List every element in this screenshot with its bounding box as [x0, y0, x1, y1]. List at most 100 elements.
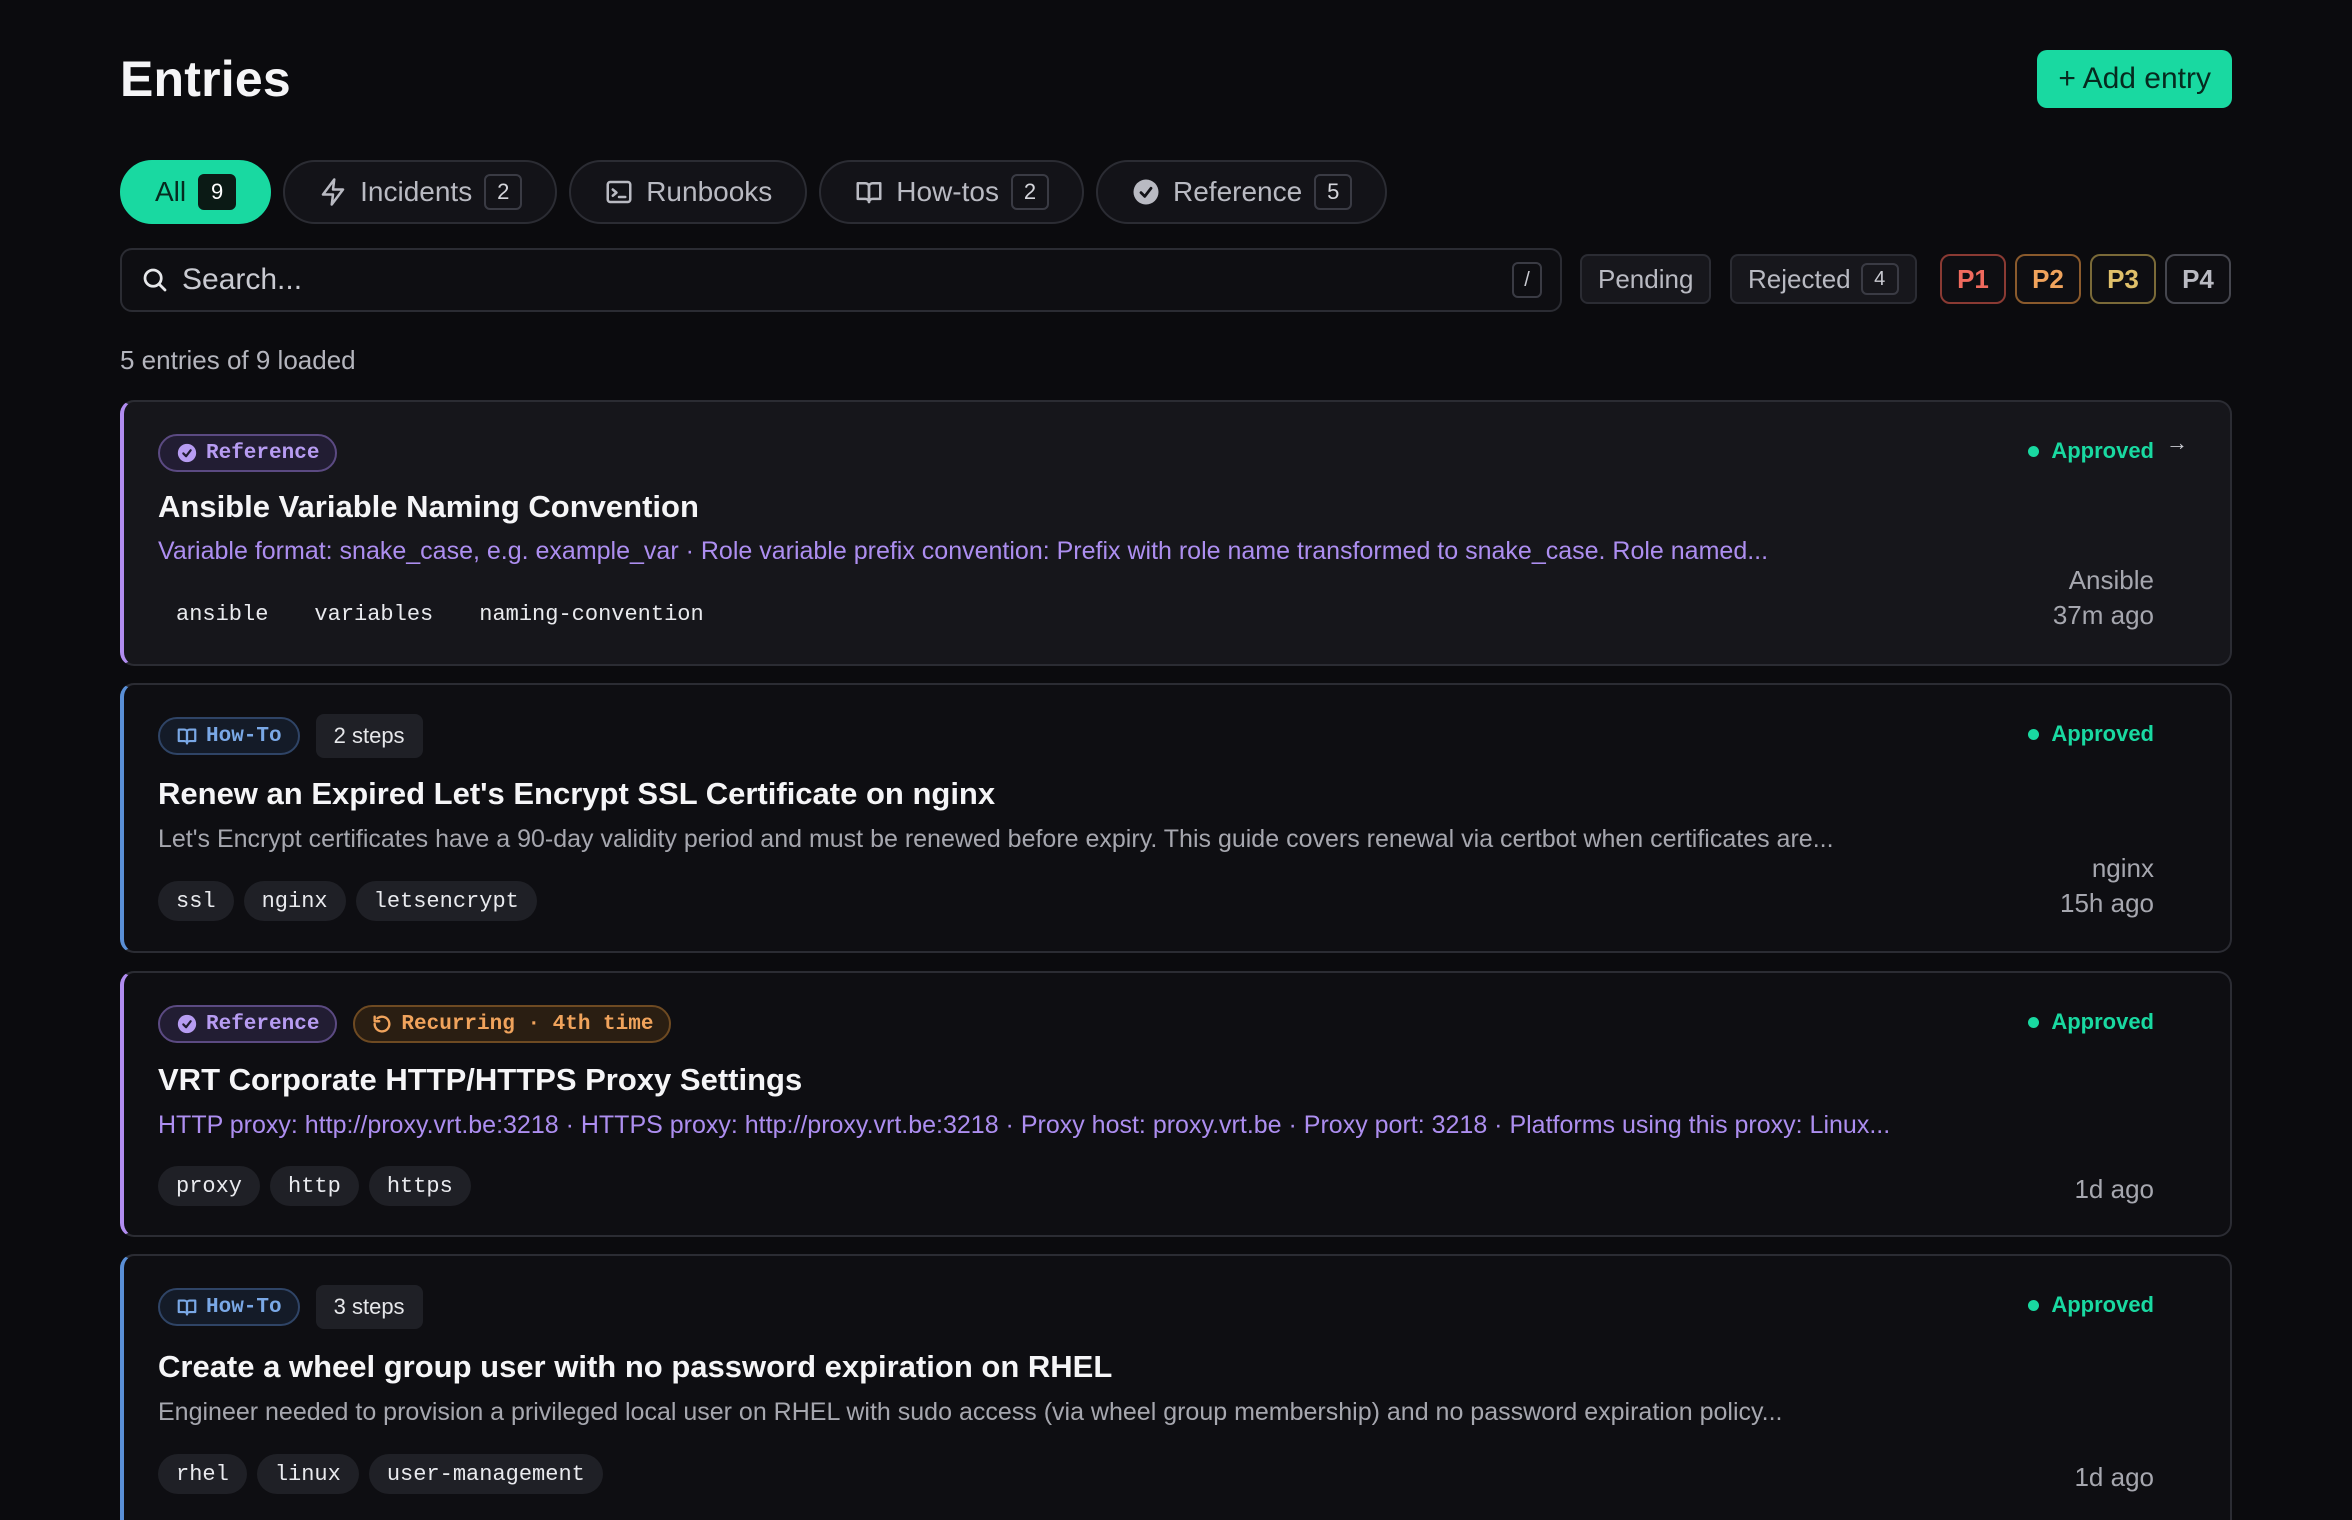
book-icon: [177, 728, 197, 745]
entry-tags: rhel linux user-management: [158, 1454, 603, 1494]
priority-p3-button[interactable]: P3: [2090, 254, 2156, 304]
page-header: Entries + Add entry: [120, 48, 2232, 112]
bolt-icon: [321, 178, 345, 206]
how-to-badge: How-To: [158, 717, 300, 755]
entry-description: HTTP proxy: http://proxy.vrt.be:3218 · H…: [158, 1111, 1891, 1139]
how-to-badge: How-To: [158, 1288, 300, 1326]
tab-count: 2: [484, 174, 523, 210]
reference-badge: Reference: [158, 1005, 338, 1043]
badge-label: Reference: [206, 441, 320, 465]
badge-label: How-To: [206, 1295, 282, 1319]
tag[interactable]: linux: [256, 1454, 359, 1494]
card-badges: How-To 2 steps: [158, 714, 423, 758]
tag[interactable]: https: [368, 1166, 471, 1206]
entry-time: 37m ago: [2052, 600, 2154, 630]
entry-card[interactable]: How-To 2 steps Approved Renew an Expired…: [120, 683, 2232, 953]
priority-p1-button[interactable]: P1: [1940, 254, 2006, 304]
entry-meta: 1d ago: [2074, 1460, 2154, 1495]
rejected-count: 4: [1860, 263, 1899, 295]
entry-title: Create a wheel group user with no passwo…: [158, 1349, 1113, 1384]
tag[interactable]: naming-convention: [461, 594, 721, 634]
badge-label: Reference: [206, 1012, 320, 1036]
tab-runbooks[interactable]: Runbooks: [569, 160, 808, 224]
tab-all[interactable]: All 9: [120, 160, 272, 224]
entry-card[interactable]: Reference Approved → Ansible Variable Na…: [120, 400, 2232, 666]
check-badge-icon: [1133, 179, 1159, 205]
tab-label: Reference: [1173, 176, 1303, 207]
tag[interactable]: rhel: [158, 1454, 247, 1494]
status-badge: Approved: [2028, 721, 2154, 747]
entries-page: Entries + Add entry All 9 Incidents 2 Ru…: [0, 0, 2352, 1520]
tab-how-tos[interactable]: How-tos 2: [819, 160, 1084, 224]
priority-p2-button[interactable]: P2: [2015, 254, 2081, 304]
badge-label: How-To: [206, 724, 282, 748]
entry-card[interactable]: Reference Recurring · 4th time Approved …: [120, 971, 2232, 1237]
book-icon: [177, 1299, 197, 1316]
status-dot: [2028, 728, 2040, 740]
open-arrow-icon[interactable]: →: [2166, 430, 2188, 456]
card-badges: Reference Recurring · 4th time: [158, 1005, 672, 1043]
entry-time: 1d ago: [2074, 1174, 2154, 1204]
entry-meta: Ansible 37m ago: [2053, 563, 2154, 633]
tab-label: Incidents: [360, 176, 473, 207]
priority-p4-button[interactable]: P4: [2165, 254, 2231, 304]
steps-count: 2 steps: [315, 714, 423, 758]
status-badge: Approved: [2028, 438, 2154, 464]
search-input[interactable]: [182, 263, 1512, 297]
entry-time: 1d ago: [2074, 1462, 2154, 1492]
tab-incidents[interactable]: Incidents 2: [283, 160, 558, 224]
tab-label: How-tos: [896, 176, 999, 207]
entry-title: Renew an Expired Let's Encrypt SSL Certi…: [158, 776, 996, 811]
check-badge-icon: [177, 443, 197, 463]
check-badge-icon: [177, 1014, 197, 1034]
type-tabs: All 9 Incidents 2 Runbooks How-tos 2 Ref…: [120, 160, 1388, 224]
card-badges: How-To 3 steps: [158, 1285, 423, 1329]
entry-description: Let's Encrypt certificates have a 90-day…: [158, 825, 1834, 853]
tab-reference[interactable]: Reference 5: [1096, 160, 1388, 224]
terminal-icon: [606, 180, 632, 204]
tag[interactable]: ssl: [158, 881, 234, 921]
add-entry-button[interactable]: + Add entry: [2037, 50, 2232, 108]
pending-filter-button[interactable]: Pending: [1580, 254, 1712, 304]
status-dot: [2028, 445, 2040, 457]
search-icon: [143, 268, 167, 292]
status-label: Approved: [2051, 1292, 2154, 1317]
page-title: Entries: [120, 51, 291, 107]
refresh-icon: [373, 1015, 391, 1033]
filter-bar: / Pending Rejected 4 P1 P2 P3 P4: [120, 248, 2232, 312]
entry-tags: ansible variables naming-convention: [158, 594, 722, 634]
tag[interactable]: http: [270, 1166, 359, 1206]
status-dot: [2028, 1299, 2040, 1311]
entry-description: Variable format: snake_case, e.g. exampl…: [158, 537, 1769, 565]
search-shortcut-key: /: [1512, 262, 1542, 298]
tag[interactable]: variables: [296, 594, 451, 634]
rejected-filter-button[interactable]: Rejected 4: [1730, 254, 1917, 304]
entry-card[interactable]: How-To 3 steps Approved Create a wheel g…: [120, 1254, 2232, 1520]
tag[interactable]: nginx: [243, 881, 346, 921]
tab-count: 9: [198, 174, 237, 210]
tab-label: Runbooks: [646, 176, 773, 207]
rejected-label: Rejected: [1748, 263, 1851, 294]
card-badges: Reference: [158, 434, 338, 472]
entry-meta: 1d ago: [2074, 1172, 2154, 1207]
entry-tags: proxy http https: [158, 1166, 471, 1206]
tag[interactable]: ansible: [158, 594, 286, 634]
tab-count: 5: [1314, 174, 1353, 210]
status-badge: Approved: [2028, 1009, 2154, 1035]
tab-count: 2: [1011, 174, 1049, 210]
entry-title: Ansible Variable Naming Convention: [158, 489, 699, 524]
pending-label: Pending: [1598, 263, 1694, 294]
results-summary: 5 entries of 9 loaded: [120, 345, 356, 375]
tag[interactable]: proxy: [158, 1166, 261, 1206]
entry-title: VRT Corporate HTTP/HTTPS Proxy Settings: [158, 1062, 803, 1097]
status-label: Approved: [2051, 438, 2154, 463]
tag[interactable]: letsencrypt: [355, 881, 537, 921]
search-box: /: [120, 248, 1562, 312]
entry-tags: ssl nginx letsencrypt: [158, 881, 537, 921]
steps-count: 3 steps: [315, 1285, 423, 1329]
book-icon: [856, 182, 882, 204]
status-label: Approved: [2051, 1009, 2154, 1034]
entry-time: 15h ago: [2060, 888, 2154, 918]
status-dot: [2028, 1016, 2040, 1028]
tag[interactable]: user-management: [368, 1454, 603, 1494]
